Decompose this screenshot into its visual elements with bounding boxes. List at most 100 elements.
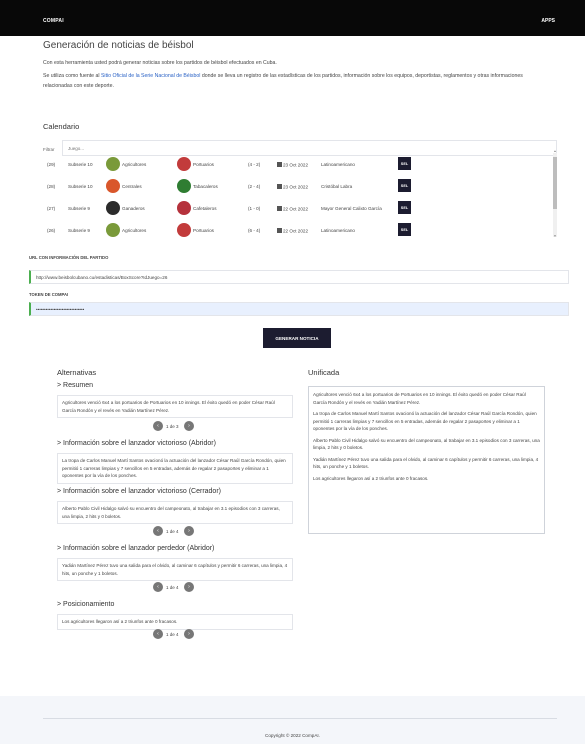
away-team-logo-icon bbox=[177, 223, 191, 237]
game-venue: Latinoamericano bbox=[321, 162, 355, 167]
home-team-logo-icon bbox=[106, 157, 120, 171]
game-subserie: Subserie 10 bbox=[68, 184, 93, 189]
alternative-text-box[interactable]: Alberto Pablo Civil Hidalgo salvó su enc… bbox=[57, 501, 293, 524]
game-subserie: Subserie 9 bbox=[68, 206, 90, 211]
alternative-text-box[interactable]: La tropa de Carlos Manuel Martí Santos o… bbox=[57, 453, 293, 484]
game-row[interactable]: (29) Subserie 10 Agricultores Portuarios (4 … bbox=[43, 155, 543, 175]
url-label: URL CON INFORMACIÓN DEL PARTIDO bbox=[29, 255, 109, 260]
game-score: (1 - 0) bbox=[248, 206, 261, 211]
apps-link[interactable]: APPS bbox=[541, 18, 555, 24]
game-date: 22 Oct 2022 bbox=[277, 206, 308, 212]
unified-paragraph: Alberto Pablo Civil Hidalgo salvó su enc… bbox=[313, 437, 540, 451]
calendar-icon bbox=[277, 184, 282, 189]
away-team-logo-icon bbox=[177, 157, 191, 171]
calendar-icon bbox=[277, 162, 282, 167]
scroll-thumb[interactable] bbox=[553, 157, 557, 209]
unified-paragraph: Yadián Martínez Pérez tuvo una salida pa… bbox=[313, 456, 539, 470]
main-content: Generación de noticias de béisbol Con es… bbox=[0, 36, 585, 696]
alternative-pager: ‹ 1 de 4 › bbox=[153, 526, 213, 536]
away-team-logo-icon bbox=[177, 179, 191, 193]
prev-icon[interactable]: ‹ bbox=[153, 629, 163, 639]
prev-icon[interactable]: ‹ bbox=[153, 421, 163, 431]
token-input[interactable]: •••••••••••••••••••••••••••••• bbox=[29, 302, 569, 316]
calendar-title: Calendario bbox=[43, 122, 80, 131]
calendar-icon bbox=[277, 228, 282, 233]
pager-text: 1 de 4 bbox=[166, 584, 179, 590]
alternative-text-box[interactable]: Agricultores venció 6x4 a los portuarios… bbox=[57, 395, 293, 418]
alternative-heading[interactable]: > Posicionamiento bbox=[57, 601, 114, 608]
home-team-name: Agricultores bbox=[122, 162, 147, 167]
generate-news-button[interactable]: GENERAR NOTICIA bbox=[263, 328, 331, 348]
alternative-heading[interactable]: > Información sobre el lanzador victorio… bbox=[57, 488, 221, 495]
unified-paragraph: Los agricultores llegaron así a 2 triunf… bbox=[313, 475, 429, 481]
away-team-logo-icon bbox=[177, 201, 191, 215]
select-game-button[interactable]: SEL bbox=[398, 223, 411, 236]
alternatives-title: Alternativas bbox=[57, 368, 97, 377]
next-icon[interactable]: › bbox=[184, 421, 194, 431]
alternative-heading[interactable]: > Resumen bbox=[57, 382, 93, 389]
game-subserie: Subserie 10 bbox=[68, 162, 93, 167]
intro-text: Con esta herramienta usted podrá generar… bbox=[43, 60, 277, 66]
away-team-name: Tabacaleros bbox=[193, 184, 218, 189]
next-icon[interactable]: › bbox=[184, 629, 194, 639]
unified-title: Unificada bbox=[308, 368, 340, 377]
home-team-logo-icon bbox=[106, 179, 120, 193]
unified-paragraph: La tropa de Carlos Manuel Martí Santos o… bbox=[313, 411, 537, 431]
game-number: (26) bbox=[47, 228, 56, 233]
game-score: (4 - 2) bbox=[248, 162, 261, 167]
next-icon[interactable]: › bbox=[184, 526, 194, 536]
select-game-button[interactable]: SEL bbox=[398, 157, 411, 170]
home-team-name: Centrales bbox=[122, 184, 142, 189]
token-label: TOKEN DE COMPAI bbox=[29, 292, 69, 297]
footer-divider bbox=[43, 718, 557, 719]
scroll-down-icon[interactable]: ▼ bbox=[553, 235, 557, 238]
pager-text: 1 de 4 bbox=[166, 631, 179, 637]
top-navbar: COMPAI APPS bbox=[0, 0, 585, 36]
game-number: (27) bbox=[47, 206, 56, 211]
source-link[interactable]: Sitio Oficial de la Serie Nacional de Bé… bbox=[101, 73, 200, 79]
away-team-name: Portuarios bbox=[193, 228, 214, 233]
unified-paragraph: Agricultores venció 6x4 a los portuarios… bbox=[313, 392, 526, 405]
calendar-icon bbox=[277, 206, 282, 211]
brand-logo[interactable]: COMPAI bbox=[43, 18, 64, 24]
home-team-name: Ganaderos bbox=[122, 206, 145, 211]
select-game-button[interactable]: SEL bbox=[398, 179, 411, 192]
alternative-heading[interactable]: > Información sobre el lanzador victorio… bbox=[57, 440, 216, 447]
pager-text: 1 de 3 bbox=[166, 423, 179, 429]
home-team-logo-icon bbox=[106, 223, 120, 237]
games-list: (29) Subserie 10 Agricultores Portuarios (4 … bbox=[43, 152, 557, 240]
prev-icon[interactable]: ‹ bbox=[153, 582, 163, 592]
prev-icon[interactable]: ‹ bbox=[153, 526, 163, 536]
game-venue: Cristóbal Labra bbox=[321, 184, 353, 189]
alternative-heading[interactable]: > Información sobre el lanzador perdedor… bbox=[57, 545, 214, 552]
away-team-name: Cafetaleros bbox=[193, 206, 217, 211]
game-score: (6 - 4) bbox=[248, 228, 261, 233]
game-row[interactable]: (28) Subserie 10 Centrales Tabacaleros (2 - … bbox=[43, 177, 543, 197]
next-icon[interactable]: › bbox=[184, 582, 194, 592]
scroll-up-icon[interactable]: ▲ bbox=[553, 150, 557, 153]
game-number: (28) bbox=[47, 184, 56, 189]
alternative-text-box[interactable]: Los agricultores llegaron así a 2 triunf… bbox=[57, 614, 293, 630]
footer-copyright: Copyright © 2022 CompAI. bbox=[265, 733, 320, 738]
intro-source-text: Se utiliza como fuente al Sitio Oficial … bbox=[43, 73, 523, 89]
page-title: Generación de noticias de béisbol bbox=[43, 40, 194, 51]
game-number: (29) bbox=[47, 162, 56, 167]
alternative-text-box[interactable]: Yadián Martínez Pérez tuvo una salida pa… bbox=[57, 558, 293, 581]
games-scrollbar[interactable]: ▲ ▼ bbox=[553, 150, 557, 238]
url-input[interactable]: http://www.beisbolcubano.cu/estadisticas… bbox=[29, 270, 569, 284]
away-team-name: Portuarios bbox=[193, 162, 214, 167]
game-venue: Mayor General Calixto García bbox=[321, 206, 382, 211]
home-team-logo-icon bbox=[106, 201, 120, 215]
unified-text-box[interactable]: Agricultores venció 6x4 a los portuarios… bbox=[308, 386, 545, 534]
alternative-pager: ‹ 1 de 3 › bbox=[153, 421, 213, 431]
game-date: 23 Oct 2022 bbox=[277, 184, 308, 190]
pager-text: 1 de 4 bbox=[166, 528, 179, 534]
game-date: 23 Oct 2022 bbox=[277, 162, 308, 168]
select-game-button[interactable]: SEL bbox=[398, 201, 411, 214]
alternative-pager: ‹ 1 de 4 › bbox=[153, 629, 213, 639]
game-row[interactable]: (27) Subserie 9 Ganaderos Cafetaleros (1 - 0… bbox=[43, 199, 543, 219]
game-row[interactable]: (26) Subserie 9 Agricultores Portuarios (6 -… bbox=[43, 221, 543, 240]
alternative-pager: ‹ 1 de 4 › bbox=[153, 582, 213, 592]
game-score: (2 - 4) bbox=[248, 184, 261, 189]
game-subserie: Subserie 9 bbox=[68, 228, 90, 233]
